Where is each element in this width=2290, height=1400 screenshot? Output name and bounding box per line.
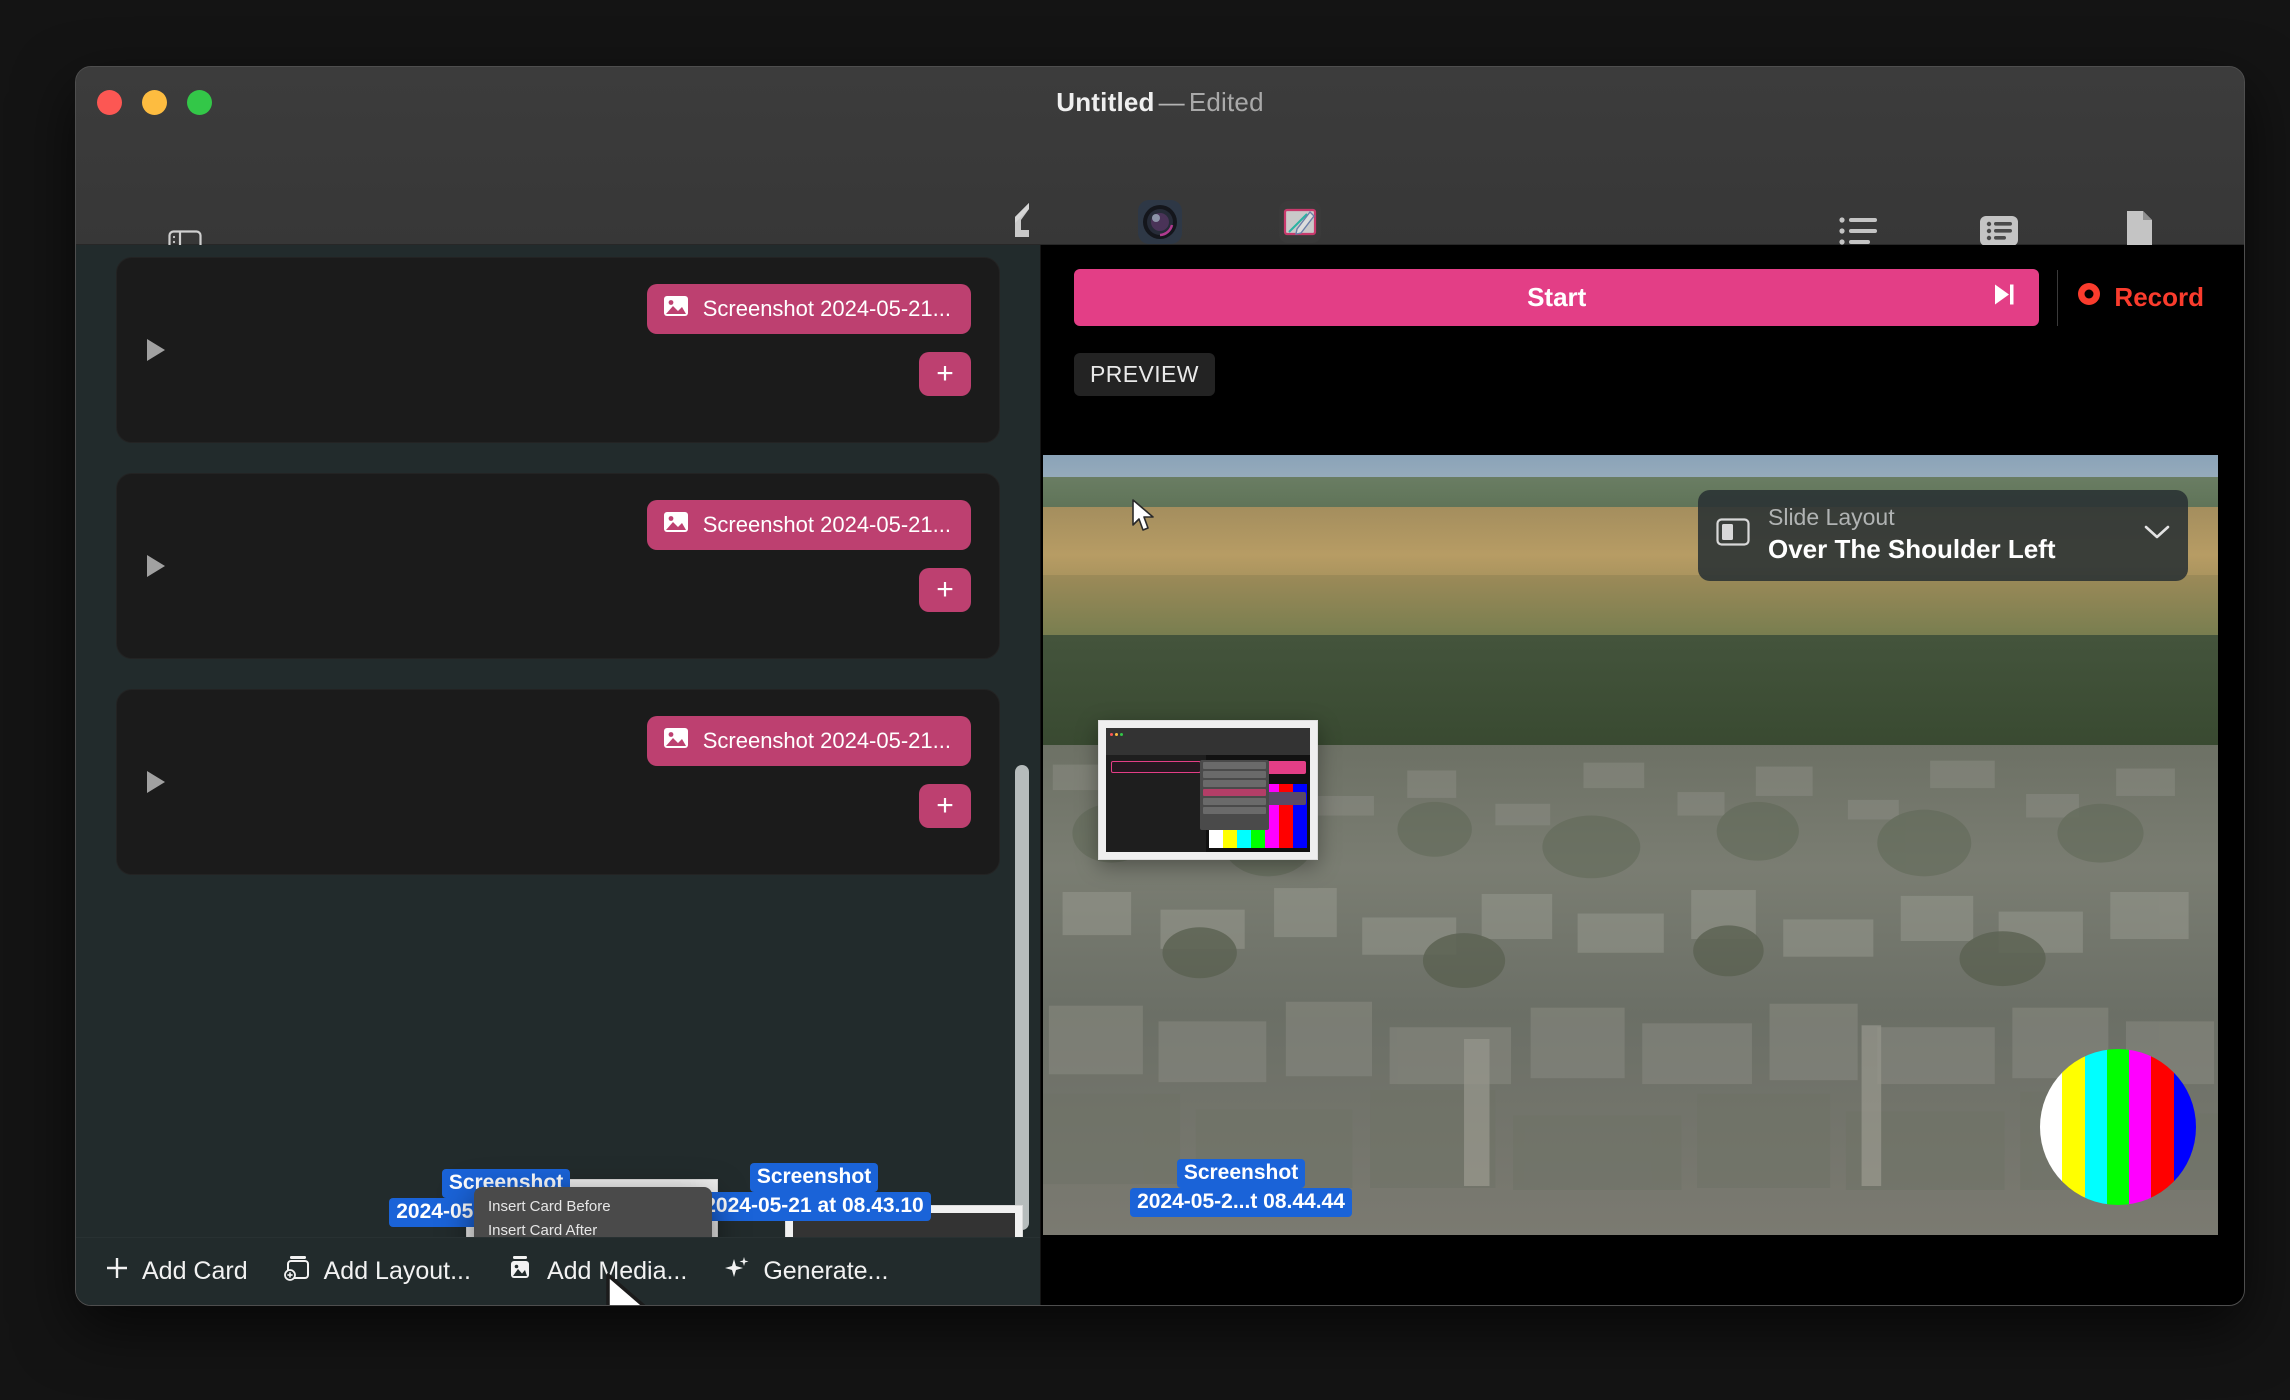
record-button[interactable]: Record xyxy=(2076,281,2218,314)
add-slide-button[interactable]: + xyxy=(919,568,971,612)
transport-controls: Start Record xyxy=(1074,269,2218,326)
document-icon xyxy=(2119,199,2159,251)
record-label: Record xyxy=(2114,282,2204,312)
title-separator: — xyxy=(1158,87,1185,117)
plus-icon xyxy=(104,1255,130,1288)
card-media-chip[interactable]: Screenshot 2024-05-21... xyxy=(646,500,971,550)
edited-state-label: Edited xyxy=(1188,87,1264,117)
image-icon xyxy=(663,727,689,755)
slide-layout-text: Slide Layout Over The Shoulder Left xyxy=(1768,504,2124,565)
bulleted-list-icon xyxy=(1836,199,1882,251)
cards-bottom-toolbar: Add Card Add Layout... Add Media... Gene… xyxy=(76,1237,1040,1305)
generate-label: Generate... xyxy=(763,1257,889,1285)
camera-lens-icon xyxy=(1135,195,1185,247)
add-media-icon xyxy=(505,1254,535,1289)
add-media-label: Add Media... xyxy=(546,1257,688,1285)
add-card-button[interactable]: Add Card xyxy=(104,1255,248,1288)
transport-divider xyxy=(2057,269,2059,326)
window-titlebar: Untitled—Edited Teleprompter xyxy=(76,67,2244,281)
add-layout-icon xyxy=(282,1254,312,1289)
add-media-button[interactable]: Add Media... xyxy=(505,1254,687,1289)
add-layout-label: Add Layout... xyxy=(323,1257,471,1285)
start-button[interactable]: Start xyxy=(1074,269,2040,326)
window-title: Untitled — Edited xyxy=(76,87,2244,118)
image-icon xyxy=(663,295,689,323)
add-card-label: Add Card xyxy=(142,1257,248,1285)
record-dot-icon xyxy=(2076,281,2102,314)
overlay-screenshot-thumbnail[interactable] xyxy=(1098,720,1318,860)
sparkles-icon xyxy=(721,1254,751,1289)
add-slide-button[interactable]: + xyxy=(919,352,971,396)
card-media-chip[interactable]: Screenshot 2024-05-21... xyxy=(646,284,971,334)
card-list-icon xyxy=(1977,199,2021,251)
preview-panel: Start Record PREVIEW Slide Layout Over T… xyxy=(1041,245,2244,1305)
slide-layout-control[interactable]: Slide Layout Over The Shoulder Left xyxy=(1698,490,2188,581)
card-expand-icon[interactable] xyxy=(147,555,165,577)
menu-item-label: Insert Card Before xyxy=(488,1198,611,1215)
skip-forward-icon[interactable] xyxy=(1991,281,2017,314)
teleprompter-icon xyxy=(995,195,1045,247)
add-slide-button[interactable]: + xyxy=(919,784,971,828)
video-preview[interactable]: Slide Layout Over The Shoulder Left Scre… xyxy=(1043,455,2218,1235)
card-expand-icon[interactable] xyxy=(147,771,165,793)
slide-layout-title: Slide Layout xyxy=(1768,504,1895,530)
app-window: Untitled—Edited Teleprompter xyxy=(75,66,2245,1306)
card-row[interactable]: Screenshot 2024-05-21... + xyxy=(116,689,1000,875)
color-bars-circle xyxy=(2040,1049,2196,1205)
card-row[interactable]: Screenshot 2024-05-21... + xyxy=(116,257,1000,443)
thumbnail-app-mock xyxy=(1106,728,1310,852)
video-pencil-icon xyxy=(1275,195,1325,247)
document-title: Untitled xyxy=(1056,87,1155,117)
slide-layout-value: Over The Shoulder Left xyxy=(1768,533,2056,564)
image-icon xyxy=(663,511,689,539)
chevron-down-icon[interactable] xyxy=(2142,522,2172,547)
start-label: Start xyxy=(1527,282,1587,312)
cards-scrollbar[interactable] xyxy=(1015,765,1029,1230)
cards-panel: + Screenshot 2024-05-21... xyxy=(76,245,1041,1305)
card-media-label: Screenshot 2024-05-21... xyxy=(702,728,951,753)
menu-item-insert-card-before[interactable]: Insert Card Before xyxy=(474,1195,712,1219)
card-media-label: Screenshot 2024-05-21... xyxy=(702,512,951,537)
card-media-chip[interactable]: Screenshot 2024-05-21... xyxy=(646,716,971,766)
add-layout-button[interactable]: Add Layout... xyxy=(282,1254,471,1289)
card-media-label: Screenshot 2024-05-21... xyxy=(702,296,951,321)
window-body: + Screenshot 2024-05-21... xyxy=(76,245,2244,1305)
card-expand-icon[interactable] xyxy=(147,339,165,361)
card-row[interactable]: Screenshot 2024-05-21... + xyxy=(116,473,1000,659)
preview-badge[interactable]: PREVIEW xyxy=(1074,353,1215,396)
cards-scroll-area[interactable]: + Screenshot 2024-05-21... xyxy=(76,245,1040,1237)
generate-button[interactable]: Generate... xyxy=(721,1254,888,1289)
layout-over-shoulder-left-icon xyxy=(1716,517,1750,552)
